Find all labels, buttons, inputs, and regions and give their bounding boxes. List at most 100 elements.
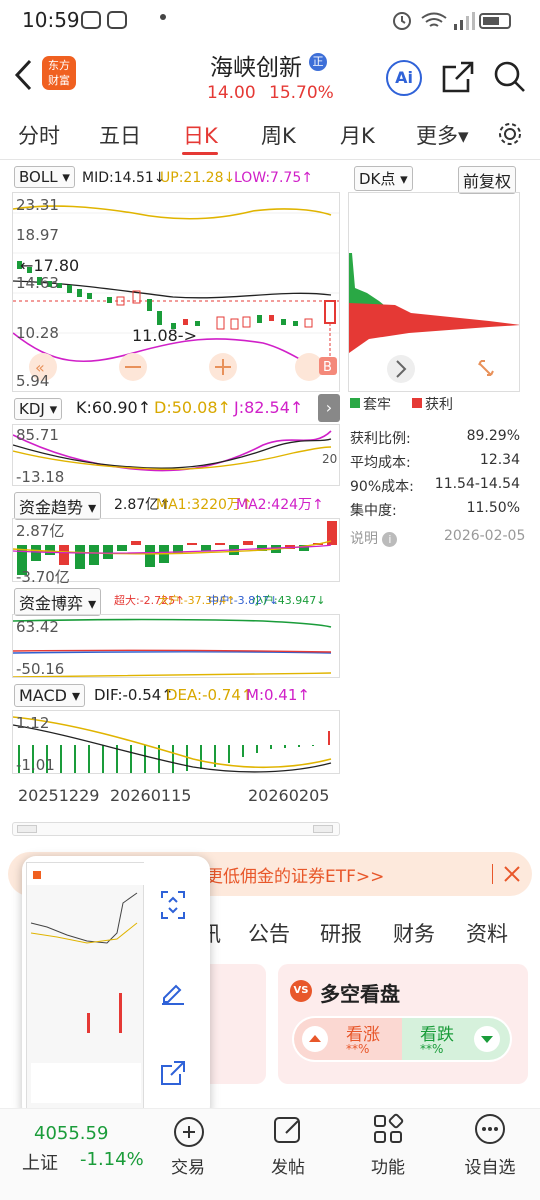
tab-five-day[interactable]: 五日 xyxy=(99,120,141,150)
kdj-y-bottom: -13.18 xyxy=(16,468,65,486)
boll-low: LOW:7.75↑ xyxy=(234,170,313,186)
date-end: 20260205 xyxy=(248,786,330,805)
close-icon[interactable] xyxy=(502,864,522,884)
tab-weekly-k[interactable]: 周K xyxy=(261,120,296,150)
price-adjust-button[interactable]: 前复权 xyxy=(458,166,517,194)
macd-y-bottom: -1.01 xyxy=(16,756,55,774)
vote-down-button[interactable]: 看跌 **% xyxy=(402,1018,510,1060)
fund-trend-y-top: 2.87亿 xyxy=(16,522,65,540)
dock-add-watchlist[interactable]: 设自选 xyxy=(456,1153,524,1178)
tab-profile[interactable]: 资料 xyxy=(466,918,508,948)
low-annotation: 11.08-> xyxy=(132,326,197,345)
search-icon[interactable] xyxy=(493,60,527,94)
screenshot-thumbnail[interactable] xyxy=(26,862,145,1114)
locked-legend-swatch xyxy=(350,398,360,408)
status-time: 10:59 xyxy=(22,8,80,32)
profit-ratio-value: 89.29% xyxy=(466,428,520,444)
concentration-value: 11.50% xyxy=(466,500,520,516)
notification-icons xyxy=(81,11,127,29)
ad-divider xyxy=(492,864,493,884)
profit-ratio-label: 获利比例: xyxy=(350,431,411,447)
kdj-k: K:60.90↑ xyxy=(76,398,152,417)
tab-research[interactable]: 研报 xyxy=(320,918,362,948)
vote-up-button[interactable]: 看涨 **% xyxy=(294,1018,402,1060)
macd-dea: DEA:-0.74↑ xyxy=(166,686,254,704)
dock-trade[interactable]: 交易 xyxy=(160,1153,216,1178)
settings-gear-icon[interactable] xyxy=(496,120,524,148)
dk-selector[interactable]: DK点 ▾ xyxy=(354,166,413,191)
ad-banner-text: 更低佣金的证券ETF>> xyxy=(206,867,385,887)
index-change: -1.14% xyxy=(80,1149,144,1170)
vote-bar: 看涨 **% 看跌 **% xyxy=(292,1016,512,1062)
locked-legend: 套牢 xyxy=(363,397,391,413)
chip-distribution-chart xyxy=(348,192,520,392)
dot-icon xyxy=(160,14,166,20)
chip-prev-button[interactable] xyxy=(387,355,415,383)
edit-icon[interactable] xyxy=(160,980,186,1006)
tab-intraday[interactable]: 分时 xyxy=(18,120,60,150)
screenshot-preview-panel xyxy=(22,856,210,1120)
profit-legend-swatch xyxy=(412,398,422,408)
tab-announcements[interactable]: 公告 xyxy=(248,918,290,948)
index-name[interactable]: 上证 xyxy=(22,1149,58,1175)
thumbnail-image xyxy=(27,863,145,1103)
tab-monthly-k[interactable]: 月K xyxy=(340,120,375,150)
ai-button[interactable]: Ai xyxy=(386,60,422,96)
trade-icon xyxy=(174,1117,204,1147)
fund-game-selector[interactable]: 资金博弈 ▾ xyxy=(14,588,102,616)
scroll-right-button[interactable] xyxy=(295,353,323,381)
boll-y-2: 18.97 xyxy=(16,226,59,244)
back-icon[interactable] xyxy=(12,58,34,92)
expand-icon[interactable] xyxy=(478,360,494,376)
scroll-handle-left[interactable] xyxy=(17,825,37,833)
scroll-handle-right[interactable] xyxy=(313,825,333,833)
macd-m: M:0.41↑ xyxy=(246,686,310,704)
vote-up-pct: **% xyxy=(346,1042,370,1056)
more-icon xyxy=(475,1114,505,1144)
boll-selector[interactable]: BOLL ▾ xyxy=(14,166,75,188)
tab-more[interactable]: 更多▾ xyxy=(416,120,469,150)
boll-y-4: 10.28 xyxy=(16,324,59,342)
macd-y-top: 1.12 xyxy=(16,714,50,732)
profit-legend: 获利 xyxy=(425,397,453,413)
vote-title: 多空看盘 xyxy=(320,982,400,1006)
indicator-expand-button[interactable]: › xyxy=(318,394,340,422)
up-arrow-icon xyxy=(302,1026,328,1052)
bottom-dock: 4055.59 上证 -1.14% 交易 发帖 功能 设自选 xyxy=(0,1108,540,1200)
system-status-icons xyxy=(393,12,511,30)
macd-dif: DIF:-0.54↑ xyxy=(94,686,174,704)
avg-cost-label: 平均成本: xyxy=(350,455,411,471)
kdj-y-right: 20 xyxy=(322,452,338,466)
dk-date: 2026-02-05 xyxy=(444,528,526,544)
kdj-selector[interactable]: KDJ ▾ xyxy=(14,398,63,420)
boll-up: UP:21.28↓ xyxy=(160,170,236,186)
fund-trend-y-bottom: -3.70亿 xyxy=(16,568,70,586)
boll-y-3: 14.63 xyxy=(16,274,59,292)
left-card-peek xyxy=(204,964,266,1084)
stock-name: 海峡创新 xyxy=(210,55,302,81)
fund-game-y-bottom: -50.16 xyxy=(16,660,65,678)
cost-90-label: 90%成本: xyxy=(350,479,414,495)
stock-price: 14.00 xyxy=(207,83,256,103)
boll-y-bottom: 5.94 xyxy=(16,372,50,390)
dock-functions[interactable]: 功能 xyxy=(360,1153,416,1178)
dk-info-link[interactable]: 说明 i xyxy=(350,528,398,548)
scroll-capture-icon[interactable] xyxy=(160,890,186,920)
dock-post[interactable]: 发帖 xyxy=(260,1153,316,1178)
info-icon: i xyxy=(382,532,398,547)
stock-header: 东方 财富 海峡创新 正 14.00 15.70% Ai xyxy=(0,40,540,108)
stock-change: 15.70% xyxy=(269,83,334,103)
fund-game-y-top: 63.42 xyxy=(16,618,59,636)
vote-down-pct: **% xyxy=(420,1042,444,1056)
share-screenshot-icon[interactable] xyxy=(160,1060,186,1086)
down-arrow-icon xyxy=(474,1026,500,1052)
kline-chart[interactable]: « B xyxy=(12,192,340,392)
date-start: 20251229 xyxy=(18,786,100,805)
timeline-scrollbar[interactable] xyxy=(12,822,340,836)
share-icon[interactable] xyxy=(441,60,475,94)
fund-trend-selector[interactable]: 资金趋势 ▾ xyxy=(14,492,102,520)
tab-daily-k[interactable]: 日K xyxy=(183,120,218,150)
macd-selector[interactable]: MACD ▾ xyxy=(14,684,86,707)
status-bar: 10:59 xyxy=(0,0,540,40)
tab-finance[interactable]: 财务 xyxy=(393,918,435,948)
